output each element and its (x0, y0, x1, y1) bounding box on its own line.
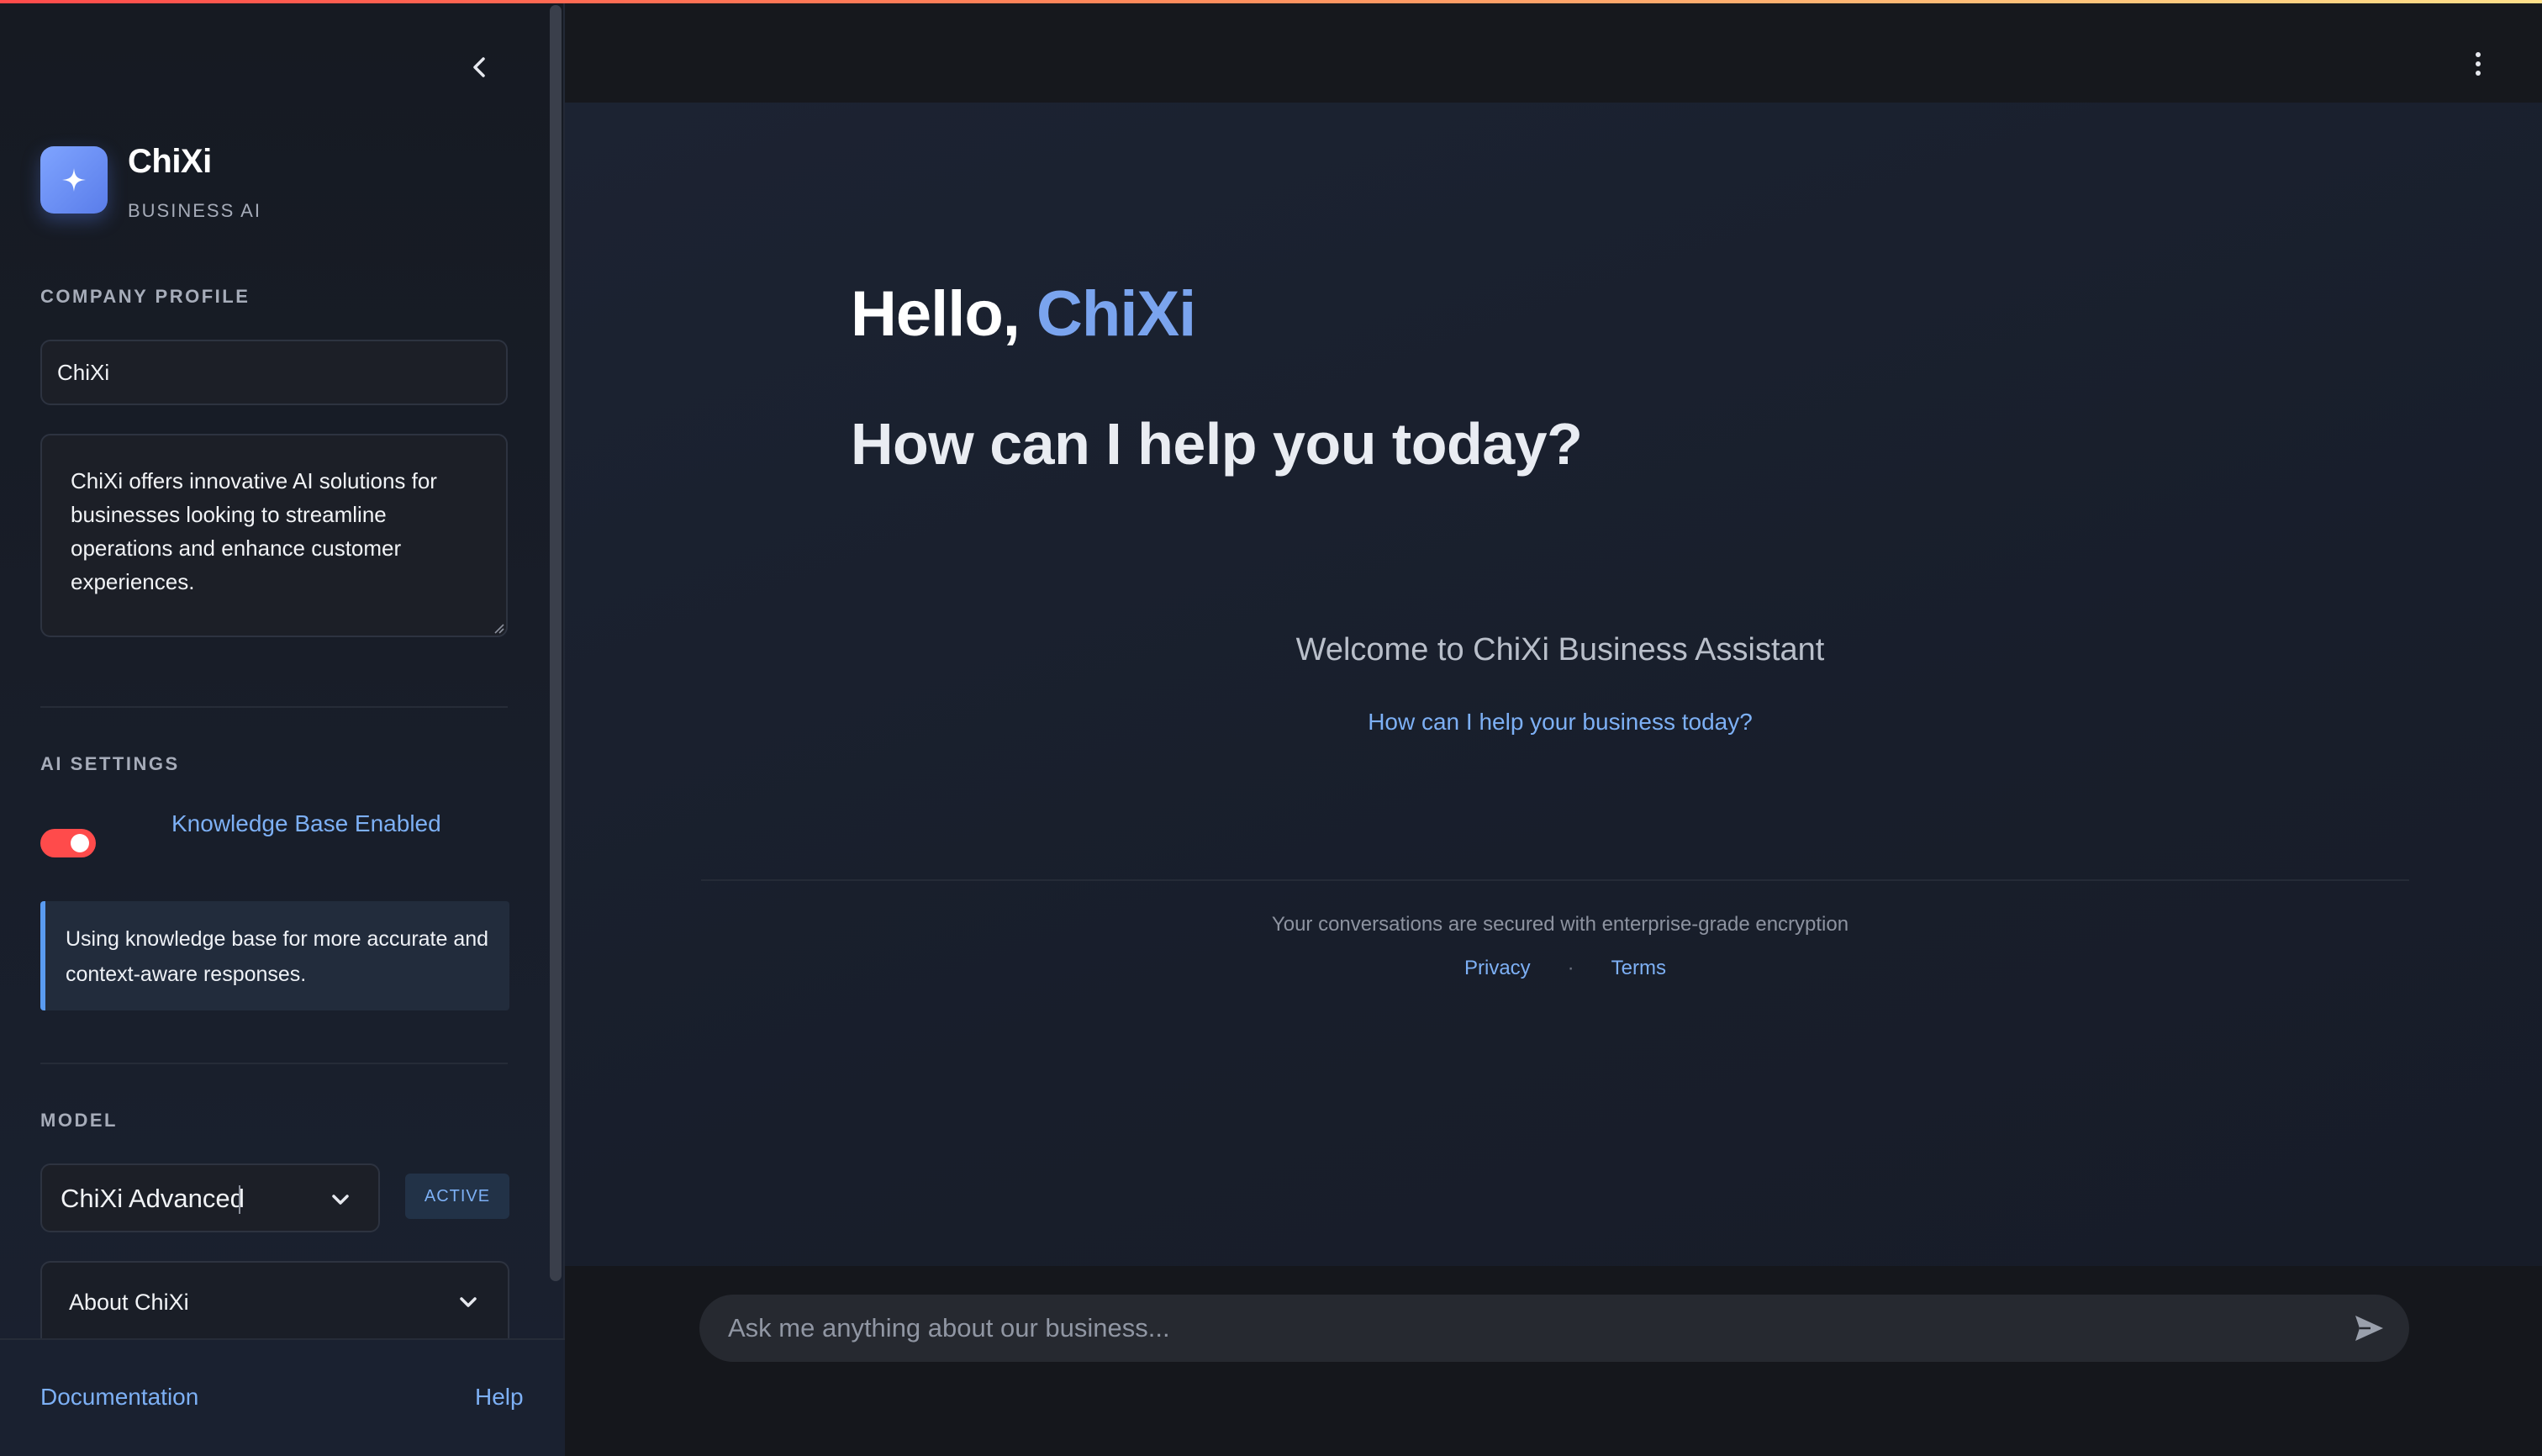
company-description-textarea[interactable]: ChiXi offers innovative AI solutions for… (40, 434, 508, 637)
main-menu-button[interactable] (2458, 44, 2498, 84)
welcome-title: Welcome to ChiXi Business Assistant (1295, 632, 1825, 667)
sidebar-divider (40, 1063, 508, 1064)
privacy-link[interactable]: Privacy (1464, 957, 1531, 980)
greeting-name: ChiXi (1036, 278, 1196, 350)
resize-grip-icon[interactable] (493, 622, 504, 634)
collapse-sidebar-button[interactable] (461, 49, 498, 86)
model-select[interactable]: ChiXi Advanced (40, 1163, 380, 1232)
sidebar-footer: Documentation Help (0, 1338, 565, 1456)
company-name-input[interactable] (40, 340, 508, 405)
send-button[interactable] (2349, 1308, 2389, 1348)
knowledge-base-toggle[interactable] (40, 829, 96, 857)
chat-input[interactable] (728, 1295, 2325, 1362)
company-profile-label: COMPANY PROFILE (40, 286, 251, 307)
toggle-knob (71, 834, 89, 852)
legal-links: Privacy · Terms (1464, 953, 1666, 984)
kebab-dot (2476, 61, 2481, 66)
greeting-subheading: How can I help you today? (851, 411, 1583, 477)
ai-settings-label: AI SETTINGS (40, 753, 180, 774)
model-status-badge: ACTIVE (405, 1174, 509, 1219)
about-expander-label: About ChiXi (69, 1290, 189, 1315)
sparkle-icon (62, 168, 86, 192)
chevron-down-icon (332, 1195, 349, 1205)
sidebar: ChiXi BUSINESS AI COMPANY PROFILE ChiXi … (0, 0, 565, 1456)
brand-name: ChiXi (128, 143, 212, 180)
link-separator: · (1567, 957, 1574, 979)
brand-logo (40, 146, 108, 214)
text-cursor (239, 1185, 240, 1214)
app-root: ChiXi BUSINESS AI COMPANY PROFILE ChiXi … (0, 0, 2542, 1456)
knowledge-base-label: Knowledge Base Enabled (171, 810, 441, 836)
knowledge-base-info: Using knowledge base for more accurate a… (40, 901, 509, 1010)
model-label: MODEL (40, 1110, 118, 1131)
content-divider (701, 879, 2409, 881)
sidebar-scrollbar[interactable] (550, 5, 562, 1281)
chat-input-container (699, 1295, 2409, 1362)
terms-link[interactable]: Terms (1611, 957, 1666, 980)
kebab-dot (2476, 52, 2481, 57)
about-expander[interactable]: About ChiXi (40, 1261, 509, 1342)
welcome-prompt: How can I help your business today? (1368, 709, 1753, 735)
documentation-link[interactable]: Documentation (40, 1384, 198, 1411)
model-select-value: ChiXi Advanced (61, 1184, 245, 1213)
sidebar-divider (40, 706, 508, 708)
brand-subtitle: BUSINESS AI (128, 200, 261, 221)
top-accent-bar (0, 0, 2542, 3)
security-note: Your conversations are secured with ente… (1271, 913, 1849, 936)
chevron-down-icon (460, 1297, 477, 1307)
greeting-heading: Hello, ChiXi (851, 277, 1196, 351)
greeting-prefix: Hello, (851, 278, 1037, 350)
help-link[interactable]: Help (475, 1384, 524, 1411)
kebab-dot (2476, 71, 2481, 76)
chevron-left-icon (473, 57, 485, 77)
top-bar (565, 0, 2542, 103)
send-icon (2355, 1316, 2383, 1341)
